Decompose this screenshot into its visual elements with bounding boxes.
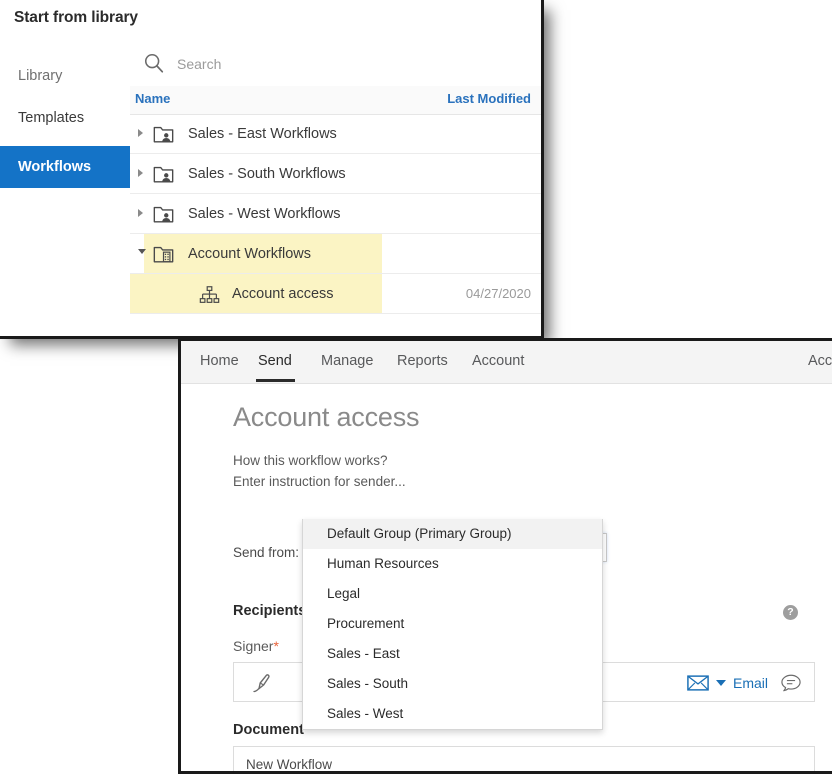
column-header-row: Name Last Modified — [130, 86, 541, 115]
dropdown-option[interactable]: Human Resources — [303, 549, 602, 579]
table-row[interactable]: Account access 04/27/2020 — [130, 274, 541, 314]
folder-user-icon — [153, 206, 174, 223]
row-label: Account access — [232, 286, 334, 302]
document-input[interactable]: New Workflow — [233, 746, 815, 772]
table-row[interactable]: Sales - East Workflows — [130, 114, 541, 154]
search-input[interactable] — [175, 52, 519, 76]
start-from-library-window: Start from library Library Templates Wor… — [0, 0, 544, 339]
chevron-right-icon[interactable] — [138, 209, 143, 217]
signer-label: Signer* — [233, 638, 279, 654]
folder-building-icon — [153, 246, 174, 263]
column-header-name[interactable]: Name — [135, 91, 170, 106]
send-from-dropdown-list: Default Group (Primary Group) Human Reso… — [302, 519, 603, 730]
row-label: Sales - South Workflows — [188, 166, 346, 182]
sidebar-item-library[interactable]: Library — [0, 55, 130, 97]
screenshot-stage: Start from library Library Templates Wor… — [0, 0, 832, 774]
folder-user-icon — [153, 126, 174, 143]
dropdown-option[interactable]: Legal — [303, 579, 602, 609]
workflow-help-text: How this workflow works? — [233, 453, 388, 468]
chevron-down-icon[interactable] — [715, 680, 726, 686]
sidebar-item-workflows[interactable]: Workflows — [0, 146, 130, 188]
send-from-label: Send from: — [233, 545, 300, 560]
nav-item-send[interactable]: Send — [258, 353, 292, 369]
dropdown-option[interactable]: Procurement — [303, 609, 602, 639]
delivery-method-label[interactable]: Email — [733, 675, 768, 691]
workflow-tree-icon — [199, 286, 220, 303]
column-header-last-modified[interactable]: Last Modified — [447, 91, 531, 106]
nav-item-account[interactable]: Account — [472, 353, 524, 369]
signer-label-text: Signer — [233, 638, 274, 654]
row-label: Sales - East Workflows — [188, 126, 337, 142]
sender-instruction-text: Enter instruction for sender... — [233, 474, 406, 489]
folder-user-icon — [153, 166, 174, 183]
sidebar-item-label: Library — [18, 68, 63, 84]
library-title-bar: Start from library — [0, 0, 541, 42]
table-row[interactable]: Account Workflows — [130, 234, 541, 274]
dropdown-option[interactable]: Sales - East — [303, 639, 602, 669]
sidebar-item-templates[interactable]: Templates — [0, 97, 130, 139]
chevron-right-icon[interactable] — [138, 169, 143, 177]
chevron-down-icon[interactable] — [138, 249, 146, 254]
nav-item-account-clipped[interactable]: Account — [808, 353, 832, 369]
dropdown-option[interactable]: Default Group (Primary Group) — [303, 519, 602, 549]
main-navigation-bar: Home Send Manage Reports Account Account — [181, 341, 832, 384]
nav-item-manage[interactable]: Manage — [321, 353, 373, 369]
search-row — [130, 41, 541, 87]
speech-bubble-icon[interactable] — [780, 673, 802, 693]
table-row[interactable]: Sales - West Workflows — [130, 194, 541, 234]
row-label: Sales - West Workflows — [188, 206, 341, 222]
dropdown-option[interactable]: Sales - South — [303, 669, 602, 699]
nav-item-home[interactable]: Home — [200, 353, 239, 369]
nav-active-underline — [256, 379, 295, 382]
recipients-heading: Recipients — [233, 603, 307, 619]
help-icon[interactable]: ? — [783, 605, 798, 620]
row-label: Account Workflows — [188, 246, 312, 262]
delivery-method-group: Email — [687, 671, 802, 695]
page-title: Account access — [233, 402, 420, 432]
required-asterisk: * — [273, 638, 279, 654]
library-main-panel: Name Last Modified Sales - East Workflow… — [130, 41, 541, 336]
row-date: 04/27/2020 — [465, 286, 531, 301]
document-heading: Document — [233, 722, 304, 738]
library-sidebar: Library Templates Workflows — [0, 41, 131, 336]
workflow-tree-list: Sales - East Workflows Sales - South Wor… — [130, 114, 541, 336]
envelope-icon[interactable] — [687, 675, 709, 691]
nav-item-reports[interactable]: Reports — [397, 353, 448, 369]
table-row[interactable]: Sales - South Workflows — [130, 154, 541, 194]
signature-pen-icon — [253, 674, 270, 693]
chevron-right-icon[interactable] — [138, 129, 143, 137]
library-window-title: Start from library — [14, 9, 138, 26]
sidebar-item-label: Workflows — [18, 159, 92, 175]
document-input-value: New Workflow — [246, 757, 333, 772]
dropdown-option[interactable]: Sales - West — [303, 699, 602, 729]
search-icon[interactable] — [143, 52, 165, 74]
sidebar-item-label: Templates — [18, 110, 85, 126]
